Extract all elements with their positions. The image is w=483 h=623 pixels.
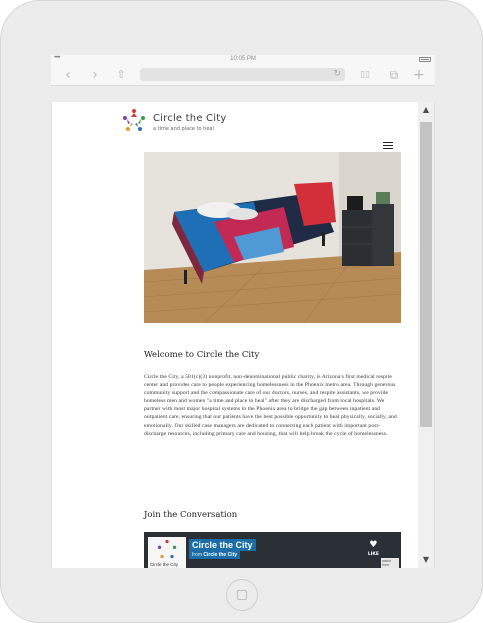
home-square-icon: [237, 590, 247, 600]
scroll-down-icon[interactable]: ▼: [418, 552, 434, 568]
forward-icon[interactable]: ›: [87, 67, 103, 83]
scrollbar-thumb[interactable]: [420, 122, 432, 427]
heart-icon: ♥: [369, 540, 378, 550]
logo-figures-icon: [123, 109, 145, 131]
reload-icon[interactable]: ↻: [333, 68, 341, 81]
video-byline[interactable]: from Circle the City: [189, 551, 241, 559]
vertical-scrollbar[interactable]: ▲ ▼: [418, 102, 434, 568]
share-icon[interactable]: ⇧: [113, 67, 129, 83]
status-bar: ••••• 10:05 PM: [51, 55, 435, 64]
battery-icon: [419, 57, 431, 62]
embedded-video-player[interactable]: Circle the City Circle the City from Cir…: [144, 532, 401, 568]
circle-the-city-logo[interactable]: [122, 108, 146, 132]
site-brand-name[interactable]: Circle the City: [153, 113, 226, 124]
new-tab-icon[interactable]: +: [411, 67, 427, 83]
video-byline-prefix: from: [192, 552, 202, 558]
reader-view-icon[interactable]: ▯▯: [357, 67, 373, 83]
vimeo-watch-badge[interactable]: watch from: [381, 558, 399, 568]
hero-bedroom-photo: [144, 152, 401, 323]
intro-paragraph: Circle the City, a 501(c)(3) nonprofit, …: [144, 374, 397, 437]
back-icon[interactable]: ‹: [60, 67, 76, 83]
status-clock: 10:05 PM: [230, 56, 256, 62]
hamburger-menu-icon[interactable]: [383, 142, 393, 150]
join-conversation-heading: Join the Conversation: [144, 510, 238, 520]
video-title[interactable]: Circle the City: [189, 539, 256, 551]
video-channel-logo[interactable]: Circle the City: [148, 537, 186, 568]
address-bar[interactable]: ↻: [140, 68, 345, 81]
scroll-up-icon[interactable]: ▲: [418, 102, 434, 118]
tablet-frame: ••••• 10:05 PM ‹ › ⇧ ↻ ▯▯ ⧉ + Circle the…: [0, 0, 483, 623]
web-page-viewport: Circle the City a time and place to heal: [51, 102, 435, 568]
video-byline-name: Circle the City: [203, 552, 238, 558]
tabs-icon[interactable]: ⧉: [386, 67, 402, 83]
tablet-home-button[interactable]: [226, 579, 258, 611]
welcome-heading: Welcome to Circle the City: [144, 350, 260, 360]
channel-logo-icon: [157, 539, 177, 559]
browser-toolbar: ‹ › ⇧ ↻ ▯▯ ⧉ +: [51, 64, 435, 86]
video-channel-label: Circle the City: [150, 562, 179, 567]
video-like-button[interactable]: ♥ LIKE: [368, 540, 379, 560]
like-label: LIKE: [367, 552, 379, 557]
site-tagline: a time and place to heal: [153, 126, 214, 132]
